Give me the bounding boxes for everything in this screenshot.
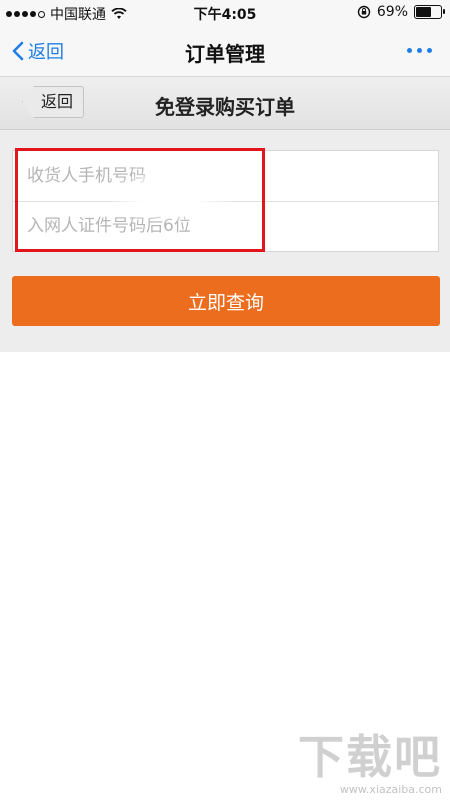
- watermark: 下载吧 www.xiazaiba.com: [298, 721, 442, 796]
- status-bar: 中国联通 下午4:05 69%: [0, 0, 450, 26]
- phone-input[interactable]: [13, 151, 438, 201]
- battery-fill: [416, 7, 432, 17]
- status-right: 69%: [357, 4, 445, 20]
- query-form: [12, 150, 439, 252]
- nav-bar: 返回 订单管理: [0, 26, 450, 77]
- battery-icon: [414, 5, 445, 19]
- content-area: 立即查询: [0, 130, 450, 352]
- page-header: 返回 免登录购买订单: [0, 77, 450, 130]
- rotation-lock-icon: [357, 5, 371, 19]
- id-number-input[interactable]: [13, 201, 438, 251]
- phone-row: [13, 151, 438, 202]
- id-row: [13, 201, 438, 251]
- battery-percent: 69%: [376, 4, 408, 20]
- nav-title: 订单管理: [185, 42, 265, 66]
- page-title: 免登录购买订单: [155, 95, 295, 119]
- query-button[interactable]: 立即查询: [12, 276, 440, 326]
- more-options-icon[interactable]: [407, 48, 432, 53]
- watermark-logo: 下载吧: [298, 730, 442, 784]
